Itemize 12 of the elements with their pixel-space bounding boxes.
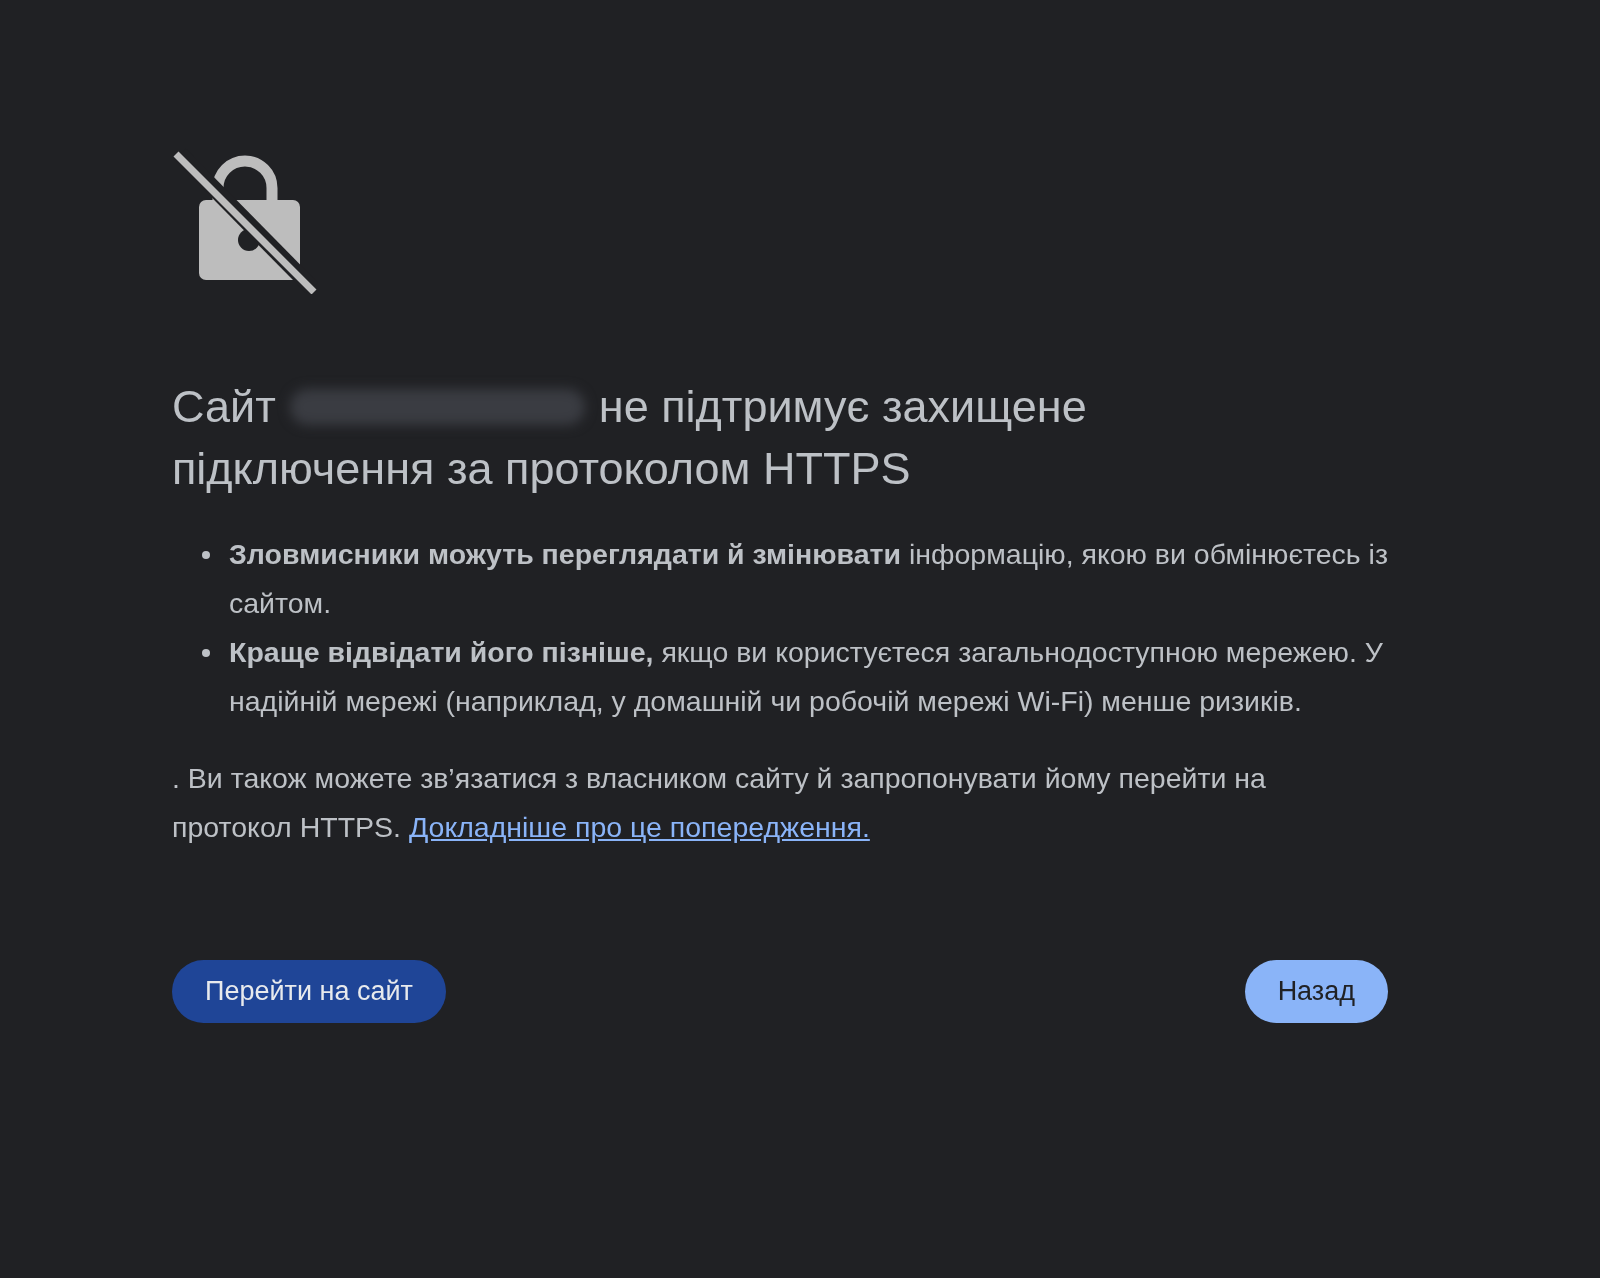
bullet-text: Зловмисники можуть переглядати й змінювати інформацію, якою ви обмінюєтесь із сайтом. xyxy=(229,537,1389,621)
info-paragraph: . Ви також можете зв’язатися з власником сайту й запропонувати йому перейти на протокол HTTPS. Докладніше про це попередження. xyxy=(172,761,1267,845)
learn-more-link[interactable]: Докладніше про це попередження. xyxy=(408,811,870,843)
crossed-lock-icon xyxy=(172,148,318,294)
bullet-icon xyxy=(202,649,210,657)
bullet-text: Краще відвідати його пізніше, якщо ви користуєтеся загальнодоступною мережею. У надійній мережі (наприклад, у домашній чи робочій мережі Wi-Fi) менше ризиків. xyxy=(229,635,1384,719)
back-button[interactable]: Назад xyxy=(1244,960,1388,1023)
heading-text: не підтримує захищене xyxy=(598,380,1087,434)
heading-text: Сайт xyxy=(172,380,276,434)
proceed-button[interactable]: Перейти на сайт xyxy=(172,960,446,1023)
heading-text: підключення за протоколом HTTPS xyxy=(172,442,911,496)
bullet-icon xyxy=(202,551,210,559)
